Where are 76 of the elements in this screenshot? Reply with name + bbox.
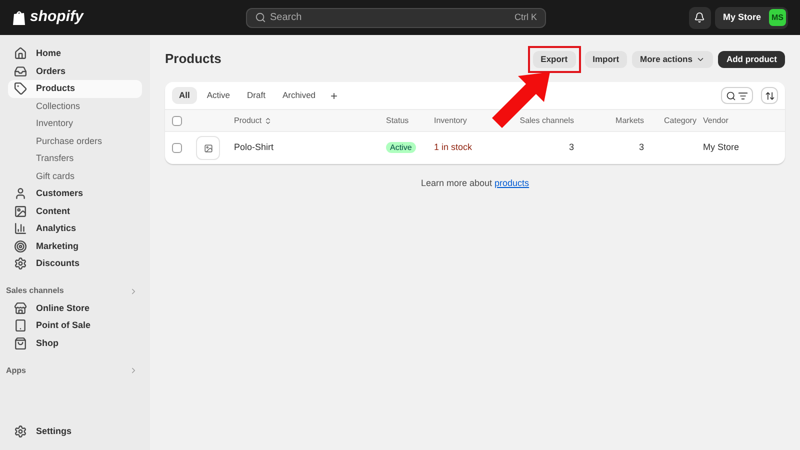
- action-button[interactable]: Import: [584, 50, 628, 68]
- sort-button[interactable]: [761, 87, 778, 104]
- nav-subitem[interactable]: Transfers: [8, 150, 142, 168]
- filter-tab[interactable]: All: [172, 87, 197, 104]
- nav-item[interactable]: Analytics: [8, 220, 142, 238]
- filter-tab[interactable]: Archived: [275, 87, 323, 104]
- target-icon: [14, 240, 27, 253]
- add-view-button[interactable]: +: [326, 87, 343, 104]
- action-button[interactable]: Export: [532, 50, 576, 68]
- logo-text: shopify: [30, 7, 84, 28]
- notifications-button[interactable]: [688, 6, 711, 28]
- shortcut-hint: Ctrl K: [514, 10, 537, 24]
- store-icon: [14, 302, 27, 315]
- nav-item[interactable]: Content: [8, 202, 142, 220]
- table-cell-text: My Store: [702, 141, 740, 154]
- nav-item[interactable]: Shop: [8, 334, 142, 352]
- column-header: Vendor: [702, 114, 730, 126]
- bag-icon: [14, 336, 27, 350]
- nav-item[interactable]: Online Store: [8, 300, 142, 317]
- nav-item[interactable]: Marketing: [8, 238, 142, 255]
- section-header[interactable]: Sales channels: [6, 282, 142, 300]
- learn-more-text: Learn more about products: [420, 177, 530, 190]
- column-header: Markets: [614, 114, 644, 126]
- filter-icon: [738, 90, 748, 100]
- tag-icon: [14, 82, 27, 96]
- sort-arrows-icon: [264, 116, 272, 124]
- section-header[interactable]: Apps: [6, 362, 142, 379]
- search-icon: [255, 12, 266, 23]
- filter-tab[interactable]: Draft: [240, 87, 272, 104]
- person-icon: [14, 187, 27, 200]
- column-header: Status: [386, 114, 410, 126]
- nav-subitem[interactable]: Collections: [8, 98, 142, 115]
- filter-tab[interactable]: Active: [200, 87, 238, 104]
- nav-item[interactable]: Products: [8, 80, 142, 98]
- nav-subitem[interactable]: Gift cards: [8, 168, 142, 185]
- menu-button[interactable]: More actions: [632, 50, 714, 68]
- nav-subitem[interactable]: Inventory: [8, 115, 142, 132]
- home-icon: [14, 47, 27, 60]
- search-filter-button[interactable]: [721, 87, 753, 104]
- column-header[interactable]: Product: [234, 114, 386, 126]
- nav-item[interactable]: Home: [8, 45, 142, 62]
- products-link[interactable]: products: [494, 178, 530, 188]
- image-placeholder-icon: [204, 144, 212, 152]
- store-avatar: MS: [769, 9, 786, 26]
- nav-subitem[interactable]: Purchase orders: [8, 132, 142, 150]
- column-header: Category: [663, 114, 698, 126]
- nav-item[interactable]: Customers: [8, 185, 142, 202]
- column-header: Inventory: [434, 114, 468, 126]
- tablet-icon: [14, 319, 27, 332]
- nav-item[interactable]: Point of Sale: [8, 317, 142, 334]
- settings-item[interactable]: Settings: [8, 422, 142, 440]
- action-button[interactable]: Add product: [718, 50, 785, 68]
- search-field[interactable]: Search Ctrl K: [246, 8, 546, 28]
- status-badge: Active: [386, 142, 416, 154]
- column-header: Sales channels: [518, 114, 574, 126]
- inventory-cell-text: 1 in stock: [434, 141, 474, 154]
- bag-logo-icon: [12, 10, 26, 26]
- bell-icon: [694, 12, 706, 23]
- nav-item[interactable]: Orders: [8, 62, 142, 80]
- search-icon: [726, 90, 736, 100]
- sort-icon: [764, 90, 774, 100]
- image-icon: [14, 204, 27, 218]
- select-all-checkbox[interactable]: [172, 116, 182, 126]
- bar-chart-icon: [14, 222, 27, 236]
- row-checkbox[interactable]: [172, 143, 182, 153]
- page-title: Products: [165, 50, 222, 68]
- product-name[interactable]: Polo-Shirt: [234, 141, 386, 155]
- gear-icon: [14, 424, 27, 438]
- inbox-icon: [14, 64, 27, 78]
- chevron-right-icon: [129, 286, 138, 296]
- table-cell-text: 3: [638, 141, 644, 154]
- nav-item[interactable]: Discounts: [8, 255, 142, 272]
- store-menu-button[interactable]: My Store MS: [714, 6, 788, 28]
- chevron-right-icon: [129, 366, 138, 375]
- table-cell-text: 3: [568, 141, 574, 154]
- gear-icon: [14, 257, 27, 270]
